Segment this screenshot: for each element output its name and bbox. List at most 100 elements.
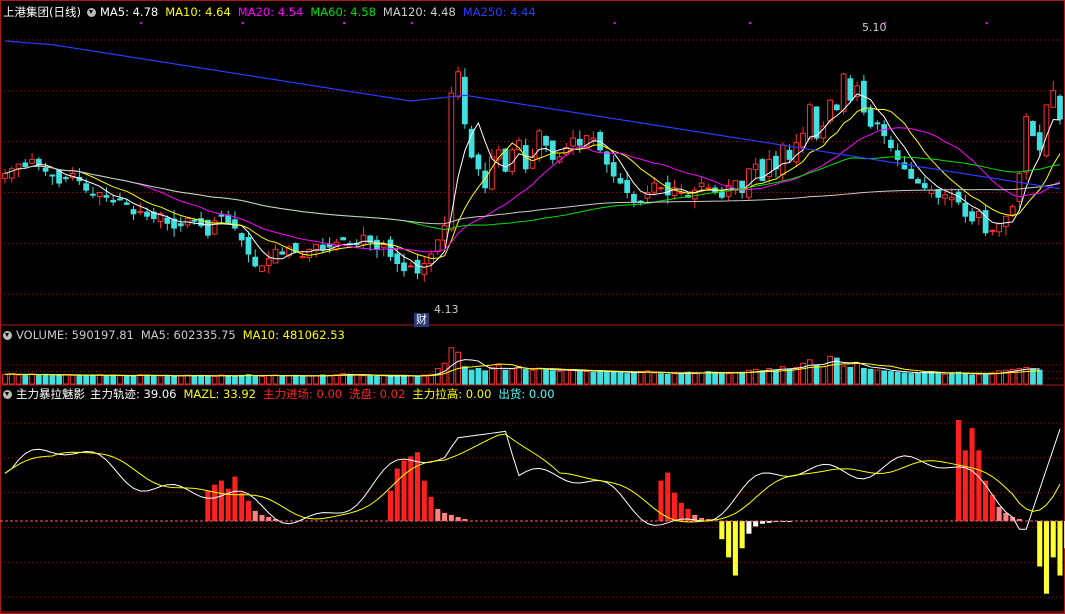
volume-header: VOLUME: 590197.81 MA5: 602335.75 MA10: 481… xyxy=(0,326,359,344)
candle-down xyxy=(238,233,245,241)
volume-bar xyxy=(827,355,833,385)
volume-bar xyxy=(90,374,96,385)
candle-down xyxy=(1057,95,1063,120)
volume-bar xyxy=(705,371,712,385)
volume-bar xyxy=(434,367,441,385)
volume-bar xyxy=(462,366,468,385)
volume-bar xyxy=(117,375,123,385)
volume-bar xyxy=(468,369,475,385)
candle-up xyxy=(360,234,367,245)
candle-down xyxy=(191,219,198,222)
candle-down xyxy=(144,211,150,217)
candle-up xyxy=(996,222,1003,233)
high-price-label: 5.10 xyxy=(862,21,887,34)
financial-report-marker[interactable]: 财 xyxy=(414,313,429,327)
candle-up xyxy=(536,130,543,159)
main-force-entry-bar xyxy=(218,480,224,521)
volume-bar xyxy=(901,372,908,385)
candle-up xyxy=(975,210,982,218)
volume-bar xyxy=(69,374,76,385)
legend-volume: VOLUME: 590197.81 xyxy=(16,328,134,342)
candle-down xyxy=(340,237,347,241)
candle-up xyxy=(1003,215,1009,227)
candle-down xyxy=(576,138,583,146)
ma10-line xyxy=(4,107,1061,259)
candle-up xyxy=(658,187,664,190)
volume-bar xyxy=(29,373,35,385)
volume-bar xyxy=(367,374,374,385)
volume-bar xyxy=(982,373,989,385)
candle-down xyxy=(130,209,137,215)
candle-up xyxy=(1009,206,1016,216)
volume-bar xyxy=(8,373,15,385)
candle-down xyxy=(894,150,901,160)
washout-bar xyxy=(739,521,745,549)
main-force-entry-bar xyxy=(969,428,975,521)
dropdown-icon[interactable] xyxy=(3,331,12,340)
main-force-entry-bar xyxy=(983,480,989,521)
candle-down xyxy=(462,76,468,125)
candle-up xyxy=(779,144,786,176)
candle-down xyxy=(847,78,854,101)
candle-down xyxy=(935,189,942,198)
volume-bar xyxy=(921,371,928,385)
indicator-panel[interactable] xyxy=(0,420,1065,594)
volume-bar xyxy=(96,374,103,385)
main-force-entry-bar xyxy=(239,492,245,521)
volume-bar xyxy=(813,364,820,385)
volume-panel[interactable] xyxy=(2,347,1043,385)
candle-up xyxy=(299,255,306,259)
volume-bar xyxy=(218,374,225,385)
volume-bar xyxy=(374,375,380,385)
volume-bar xyxy=(157,375,164,385)
volume-bar xyxy=(955,371,962,385)
volume-bar xyxy=(806,359,813,385)
volume-bar xyxy=(333,374,340,385)
washout-bar xyxy=(746,521,752,534)
legend-ma60: MA60: 4.58 xyxy=(310,5,376,19)
signal-dot xyxy=(241,22,244,24)
indicator-header: 主力暴拉魅影 主力轨迹: 39.06 MAZL: 33.92 主力进场: 0.00 洗盘… xyxy=(0,385,569,403)
candle-up xyxy=(570,137,576,147)
volume-bar xyxy=(299,375,306,385)
volume-bar xyxy=(171,375,177,385)
dropdown-icon[interactable] xyxy=(86,8,96,17)
candle-down xyxy=(245,237,252,255)
volume-bar xyxy=(259,375,265,385)
candle-down xyxy=(401,262,407,272)
main-force-entry-bar xyxy=(414,452,421,521)
candle-up xyxy=(265,258,272,266)
volume-bar xyxy=(867,368,874,385)
volume-bar xyxy=(786,368,793,385)
main-force-entry-bar xyxy=(1003,512,1009,521)
volume-bar xyxy=(610,371,617,385)
candle-down xyxy=(867,108,874,127)
main-force-entry-bar xyxy=(435,508,441,521)
dropdown-icon[interactable] xyxy=(3,390,12,399)
price-panel[interactable] xyxy=(2,22,1063,282)
volume-bar xyxy=(915,372,921,385)
legend-ma250: MA250: 4.44 xyxy=(462,5,536,19)
volume-bar xyxy=(691,373,698,385)
volume-bar xyxy=(678,372,685,385)
volume-bar xyxy=(401,374,407,385)
main-force-entry-bar xyxy=(962,450,968,521)
main-force-entry-bar xyxy=(205,490,211,521)
volume-bar xyxy=(83,375,90,385)
volume-bar xyxy=(184,374,191,385)
volume-bar xyxy=(421,374,428,385)
volume-bar xyxy=(725,373,732,385)
volume-bar xyxy=(604,371,610,385)
volume-bar xyxy=(387,375,394,385)
candle-up xyxy=(407,265,414,268)
main-force-entry-bar xyxy=(232,476,238,521)
volume-bar xyxy=(671,373,678,385)
volume-bar xyxy=(624,373,631,385)
volume-bar xyxy=(644,370,651,385)
volume-bar xyxy=(698,372,705,385)
main-force-entry-bar xyxy=(387,490,394,521)
main-force-entry-bar xyxy=(266,516,272,521)
volume-bar xyxy=(49,375,56,385)
candle-up xyxy=(137,210,144,213)
candle-up xyxy=(698,182,705,187)
